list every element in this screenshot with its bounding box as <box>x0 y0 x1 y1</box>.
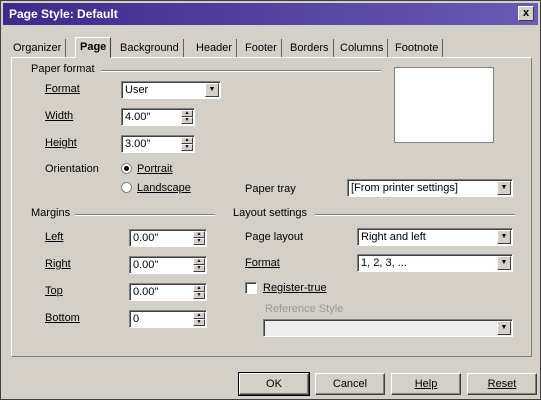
format-select[interactable]: User ▼ <box>121 81 221 99</box>
format-value: User <box>125 84 149 96</box>
layout-settings-divider <box>315 214 515 216</box>
margin-left-spinfield[interactable]: 0.00" ▲ ▼ <box>129 229 207 247</box>
margins-divider <box>75 214 215 216</box>
margin-top-label: Top <box>45 285 63 297</box>
page-style-dialog: Page Style: Default x Organizer Page Bac… <box>0 0 541 400</box>
close-icon[interactable]: x <box>518 6 534 21</box>
reference-style-label: Reference Style <box>265 303 344 315</box>
register-true-checkbox[interactable] <box>245 282 257 294</box>
window-title: Page Style: Default <box>9 7 118 21</box>
height-label: Height <box>45 137 77 149</box>
tab-columns[interactable]: Columns <box>336 39 389 57</box>
tab-page[interactable]: Page <box>75 37 112 58</box>
margin-left-value: 0.00" <box>133 232 159 244</box>
chevron-down-icon[interactable]: ▼ <box>497 321 511 335</box>
margin-top-spinfield[interactable]: 0.00" ▲ ▼ <box>129 283 207 301</box>
paper-tray-label: Paper tray <box>245 183 296 195</box>
page-layout-select[interactable]: Right and left ▼ <box>357 228 513 246</box>
margin-bottom-label: Bottom <box>45 312 80 324</box>
width-value: 4.00" <box>125 111 151 123</box>
page-layout-label: Page layout <box>245 231 304 243</box>
paper-format-divider <box>101 70 381 72</box>
width-label: Width <box>45 110 74 122</box>
margin-right-spinfield[interactable]: 0.00" ▲ ▼ <box>129 256 207 274</box>
cancel-button[interactable]: Cancel <box>315 373 385 395</box>
tab-bar: Organizer Page Background Header Footer … <box>9 37 534 58</box>
chevron-down-icon[interactable]: ▼ <box>497 256 511 270</box>
spin-buttons-icon[interactable]: ▲ ▼ <box>193 258 205 272</box>
chevron-down-icon[interactable]: ▼ <box>205 83 219 97</box>
numbering-format-label: Format <box>245 257 280 269</box>
tab-footnote[interactable]: Footnote <box>391 39 444 57</box>
page-preview <box>394 67 494 143</box>
title-bar[interactable]: Page Style: Default x <box>3 3 538 25</box>
spin-buttons-icon[interactable]: ▲ ▼ <box>181 137 193 151</box>
portrait-radio[interactable] <box>121 163 132 174</box>
height-value: 3.00" <box>125 138 151 150</box>
spin-buttons-icon[interactable]: ▲ ▼ <box>193 312 205 326</box>
paper-format-heading: Paper format <box>31 63 95 75</box>
margin-left-label: Left <box>45 231 64 243</box>
reference-style-select[interactable]: ▼ <box>263 319 513 337</box>
margin-bottom-value: 0 <box>133 313 140 325</box>
format-label: Format <box>45 83 80 95</box>
ok-button[interactable]: OK <box>238 372 310 396</box>
height-spinfield[interactable]: 3.00" ▲ ▼ <box>121 135 195 153</box>
tab-borders[interactable]: Borders <box>286 39 334 57</box>
spin-buttons-icon[interactable]: ▲ ▼ <box>193 231 205 245</box>
portrait-label: Portrait <box>137 163 173 175</box>
tab-background[interactable]: Background <box>116 39 184 57</box>
margin-right-label: Right <box>45 258 71 270</box>
landscape-label: Landscape <box>137 182 191 194</box>
margin-top-value: 0.00" <box>133 286 159 298</box>
spin-buttons-icon[interactable]: ▲ ▼ <box>193 285 205 299</box>
spin-buttons-icon[interactable]: ▲ ▼ <box>181 110 193 124</box>
chevron-down-icon[interactable]: ▼ <box>497 230 511 244</box>
page-layout-value: Right and left <box>361 231 426 243</box>
layout-settings-heading: Layout settings <box>233 207 307 219</box>
tab-organizer[interactable]: Organizer <box>9 39 67 57</box>
reset-button[interactable]: Reset <box>467 373 537 395</box>
chevron-down-icon[interactable]: ▼ <box>497 181 511 195</box>
margin-bottom-spinfield[interactable]: 0 ▲ ▼ <box>129 310 207 328</box>
register-true-label: Register-true <box>263 282 327 294</box>
help-button[interactable]: Help <box>391 373 461 395</box>
paper-tray-select[interactable]: [From printer settings] ▼ <box>347 179 513 197</box>
tab-header[interactable]: Header <box>192 39 238 57</box>
paper-tray-value: [From printer settings] <box>351 182 458 194</box>
tab-footer[interactable]: Footer <box>241 39 282 57</box>
margin-right-value: 0.00" <box>133 259 159 271</box>
margins-heading: Margins <box>31 207 71 219</box>
width-spinfield[interactable]: 4.00" ▲ ▼ <box>121 108 195 126</box>
orientation-label: Orientation <box>45 163 99 175</box>
numbering-format-select[interactable]: 1, 2, 3, ... ▼ <box>357 254 513 272</box>
numbering-format-value: 1, 2, 3, ... <box>361 257 407 269</box>
landscape-radio[interactable] <box>121 182 132 193</box>
